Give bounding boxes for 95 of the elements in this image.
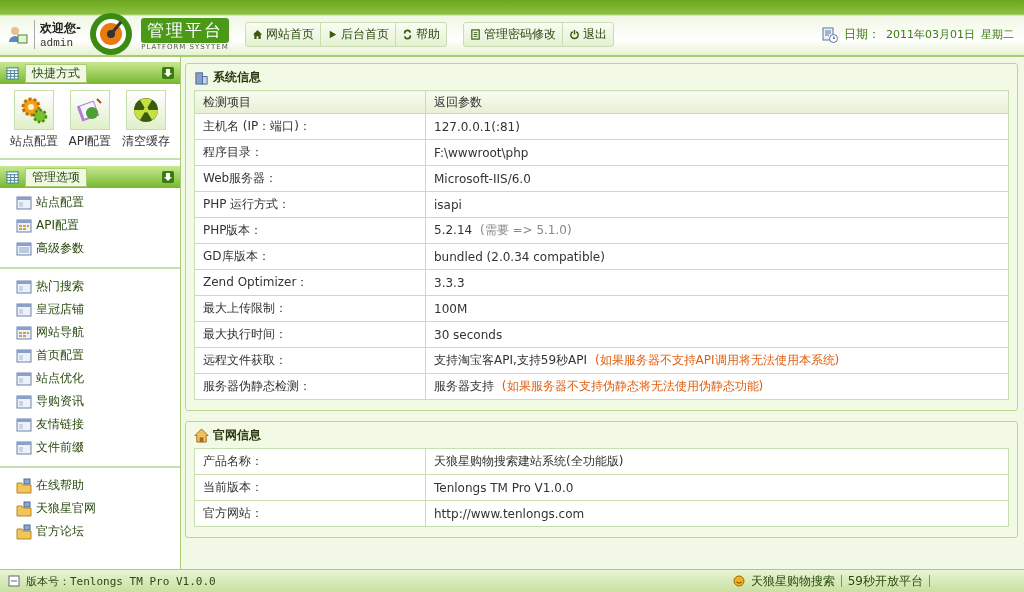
window-icon [16,278,32,295]
menu-item[interactable]: 高级参数 [16,237,180,260]
user-icon [8,24,28,45]
section-title: 快捷方式 [25,63,87,83]
column-header: 返回参数 [425,90,1009,114]
table-cell: 官方网站： [194,500,426,527]
table-icon [6,170,19,184]
table-cell: 远程文件获取： [194,347,426,374]
table-cell: Zend Optimizer： [194,269,426,296]
logo-title: 管理平台 [141,18,229,43]
table-cell: Microsoft-IIS/6.0 [434,171,531,186]
menu-item[interactable]: 站点配置 [16,191,180,214]
window-icon [16,393,32,410]
nav-button[interactable]: 后台首页 [321,23,396,46]
table-cell: isapi [434,197,462,212]
table-cell: PHP版本： [194,217,426,244]
smiley-icon [732,575,745,587]
menu-item[interactable]: API配置 [16,214,180,237]
window-icon [16,194,32,211]
menu-item[interactable]: 在线帮助 [16,474,180,497]
window-icon [16,301,32,318]
table-cell: 支持淘宝客API,支持59秒API [434,353,588,367]
menu-item[interactable]: 站点优化 [16,367,180,390]
folder-icon [16,500,32,517]
folder-icon [16,523,32,540]
menu-item[interactable]: 文件前缀 [16,436,180,459]
refresh-icon [402,29,413,40]
calendar-clock-icon [822,26,838,43]
window-icon [16,439,32,456]
window-icon [16,370,32,387]
collapse-arrow-icon[interactable] [162,67,174,79]
footer-link[interactable]: 天狼星购物搜索 [750,572,835,590]
date-text: 2011年03月01日 [886,27,975,42]
nav-button[interactable]: 退出 [563,23,613,46]
section-title: 管理选项 [25,167,87,187]
house-icon [194,427,209,443]
panel-title: 官网信息 [213,426,261,444]
note-text: (如果服务器不支持API调用将无法使用本系统) [594,353,840,367]
power-icon [569,29,580,40]
table-cell: PHP 运行方式： [194,191,426,218]
username: admin [40,37,74,49]
note-text: (如果服务器不支持伪静态将无法使用伪静态功能) [501,379,764,393]
welcome-text: 欢迎您- [40,20,81,37]
nav-button[interactable]: 网站首页 [246,23,321,46]
document-icon [470,29,481,40]
table-cell: 100M [434,301,468,316]
table-cell: 程序目录： [194,139,426,166]
table-cell: 最大执行时间： [194,321,426,348]
menu-item[interactable]: 天狼星官网 [16,497,180,520]
window-icon [16,347,32,364]
panel-title: 系统信息 [213,68,261,86]
version-text: 版本号：Tenlongs TM Pro V1.0.0 [26,573,216,589]
nav-button[interactable]: 管理密码修改 [464,23,563,46]
table-cell: 30 seconds [434,327,503,342]
column-header: 检测项目 [194,90,426,114]
menu-item[interactable]: 皇冠店铺 [16,298,180,321]
table-cell: 3.3.3 [434,275,465,290]
table-cell: 最大上传限制： [194,295,426,322]
menu-item[interactable]: 网站导航 [16,321,180,344]
table-cell: 天狼星购物搜索建站系统(全功能版) [434,454,624,468]
menu-item[interactable]: 友情链接 [16,413,180,436]
table-cell: 服务器伪静态检测： [194,373,426,400]
window-icon [16,416,32,433]
table-cell: GD库版本： [194,243,426,270]
table-cell: F:\wwwroot\php [434,145,529,160]
table-cell: 5.2.14 [434,223,473,237]
table-cell: Web服务器： [194,165,426,192]
footer-link[interactable]: 59秒开放平台 [847,572,923,590]
gauge-logo-icon [89,11,133,56]
table-cell: 产品名称： [194,448,426,475]
table-cell: 127.0.0.1(:81) [434,119,520,134]
table-cell: 当前版本： [194,474,426,501]
date-label: 日期： [844,26,880,43]
nav-button[interactable]: 帮助 [396,23,446,46]
home-icon [252,29,263,40]
weekday-text: 星期二 [981,27,1014,42]
table-cell: Tenlongs TM Pro V1.0.0 [434,480,574,495]
square-icon [8,575,20,587]
play-icon [327,29,338,40]
table-cell: bundled (2.0.34 compatible) [434,249,605,264]
table-cell: 服务器支持 [434,379,494,393]
building-icon [194,69,209,85]
table-cell: 主机名 (IP：端口)： [194,113,426,140]
menu-item[interactable]: 官方论坛 [16,520,180,543]
note-text: (需要 => 5.1.0) [480,223,572,237]
collapse-arrow-icon[interactable] [162,171,174,183]
menu-item[interactable]: 导购资讯 [16,390,180,413]
menu-item[interactable]: 热门搜索 [16,275,180,298]
grid-window-icon [16,324,32,341]
menu-item[interactable]: 首页配置 [16,344,180,367]
grid-window-icon [16,217,32,234]
list-window-icon [16,240,32,257]
table-cell: http://www.tenlongs.com [434,506,585,521]
folder-icon [16,477,32,494]
table-icon [6,66,19,80]
